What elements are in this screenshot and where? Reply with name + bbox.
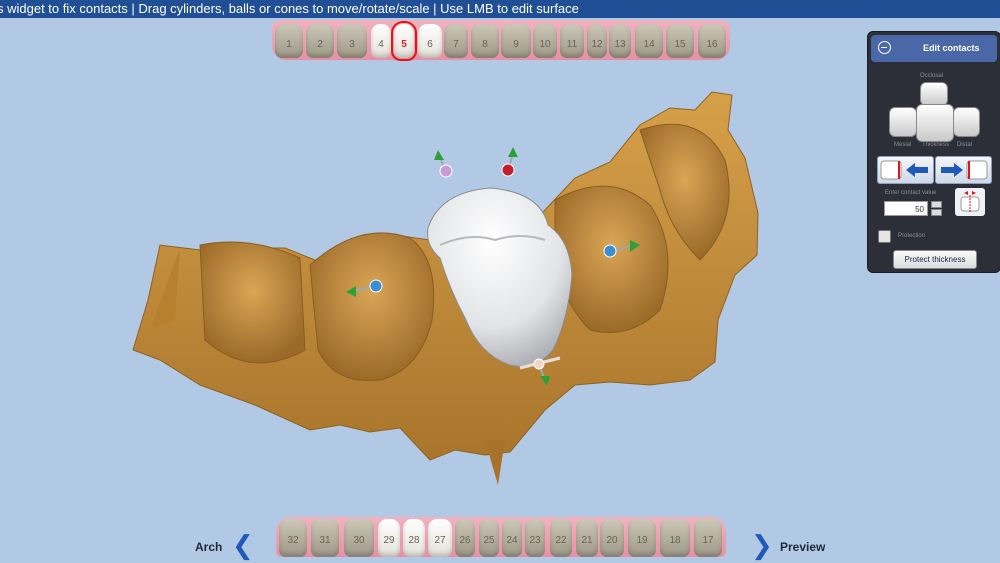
distal-label: Distal xyxy=(957,142,973,148)
occlusal-label: Occlusal xyxy=(920,73,944,79)
tooth-number: 5 xyxy=(401,39,407,50)
upper-tooth-7[interactable]: 7 xyxy=(444,24,468,58)
upper-tooth-12[interactable]: 12 xyxy=(587,24,607,58)
upper-tooth-6[interactable]: 6 xyxy=(418,24,442,58)
distal-view-button[interactable] xyxy=(953,107,980,137)
thickness-view-button[interactable] xyxy=(916,104,954,142)
tooth-number: 32 xyxy=(287,535,299,546)
tooth-contact-icon xyxy=(960,191,980,212)
upper-tooth-1[interactable]: 1 xyxy=(275,24,303,58)
tooth-number: 21 xyxy=(581,535,593,546)
tooth-number: 4 xyxy=(378,39,384,50)
lower-tooth-21[interactable]: 21 xyxy=(576,519,598,557)
lower-tooth-30[interactable]: 30 xyxy=(344,519,374,557)
ball-widget-red[interactable] xyxy=(501,147,518,177)
dental-scan-viewport[interactable] xyxy=(0,0,1000,563)
tooth-number: 10 xyxy=(539,39,551,50)
ball-widget-pink[interactable] xyxy=(434,150,453,178)
tooth-number: 28 xyxy=(408,535,420,546)
lower-tooth-22[interactable]: 22 xyxy=(550,519,572,557)
contact-settings-icon[interactable] xyxy=(955,188,985,216)
lower-tooth-25[interactable]: 25 xyxy=(479,519,499,557)
tooth-number: 18 xyxy=(669,535,681,546)
tooth-number: 29 xyxy=(383,535,395,546)
lower-tooth-32[interactable]: 32 xyxy=(279,519,307,557)
mesial-label: Mesial xyxy=(894,142,912,148)
spin-up-icon[interactable] xyxy=(931,201,942,208)
upper-tooth-14[interactable]: 14 xyxy=(635,24,663,58)
protection-checkbox[interactable] xyxy=(878,230,891,243)
tooth-number: 30 xyxy=(353,535,365,546)
occlusal-view-button[interactable] xyxy=(920,82,948,106)
upper-tooth-2[interactable]: 2 xyxy=(306,24,334,58)
lower-tooth-31[interactable]: 31 xyxy=(311,519,339,557)
tooth-number: 3 xyxy=(349,39,355,50)
lower-tooth-24[interactable]: 24 xyxy=(502,519,522,557)
tooth-number: 19 xyxy=(636,535,648,546)
tooth-number: 2 xyxy=(317,39,323,50)
lower-tooth-28[interactable]: 28 xyxy=(403,519,425,557)
upper-tooth-11[interactable]: 11 xyxy=(560,24,584,58)
tooth-number: 25 xyxy=(483,535,495,546)
lower-tooth-27[interactable]: 27 xyxy=(428,519,452,557)
preview-label: Preview xyxy=(780,540,826,554)
upper-tooth-3[interactable]: 3 xyxy=(337,24,367,58)
tooth-number: 8 xyxy=(482,39,488,50)
tooth-number: 20 xyxy=(606,535,618,546)
tooth-number: 16 xyxy=(706,39,718,50)
tooth-number: 26 xyxy=(459,535,471,546)
tooth-number: 13 xyxy=(614,39,626,50)
lower-tooth-18[interactable]: 18 xyxy=(660,519,690,557)
upper-tooth-10[interactable]: 10 xyxy=(533,24,557,58)
upper-tooth-4[interactable]: 4 xyxy=(371,24,391,58)
tooth-number: 12 xyxy=(591,39,603,50)
thickness-label: Thickness xyxy=(922,142,950,148)
tooth-number: 7 xyxy=(453,39,459,50)
tooth-number: 22 xyxy=(555,535,567,546)
tooth-number: 24 xyxy=(506,535,518,546)
tooth-number: 27 xyxy=(434,535,446,546)
gingiva-model[interactable] xyxy=(132,91,759,485)
lower-tooth-17[interactable]: 17 xyxy=(694,519,722,557)
tooth-number: 1 xyxy=(286,39,292,50)
contact-value-label: Enter contact value xyxy=(885,190,937,196)
lower-tooth-29[interactable]: 29 xyxy=(378,519,400,557)
protection-label: Protection xyxy=(898,233,926,239)
tooth-number: 6 xyxy=(427,39,433,50)
chevron-right-icon[interactable]: ❯ xyxy=(751,533,773,559)
arch-label: Arch xyxy=(195,540,223,554)
upper-tooth-16[interactable]: 16 xyxy=(698,24,726,58)
tooth-number: 17 xyxy=(702,535,714,546)
upper-tooth-9[interactable]: 9 xyxy=(501,24,531,58)
chevron-left-icon[interactable]: ❮ xyxy=(232,533,254,559)
tooth-number: 31 xyxy=(319,535,331,546)
move-mesial-button[interactable] xyxy=(877,156,934,184)
collapse-icon[interactable] xyxy=(878,41,891,54)
tooth-number: 9 xyxy=(513,39,519,50)
tooth-number: 11 xyxy=(566,39,578,50)
upper-tooth-13[interactable]: 13 xyxy=(609,24,631,58)
protect-thickness-button[interactable]: Protect thickness xyxy=(893,250,977,269)
lower-tooth-26[interactable]: 26 xyxy=(455,519,475,557)
lower-tooth-23[interactable]: 23 xyxy=(525,519,545,557)
upper-tooth-5[interactable]: 5 xyxy=(391,21,417,61)
panel-title: Edit contacts xyxy=(923,43,980,53)
spin-down-icon[interactable] xyxy=(931,209,942,216)
move-distal-button[interactable] xyxy=(935,156,992,184)
lower-tooth-20[interactable]: 20 xyxy=(600,519,624,557)
contact-value-input[interactable]: 50 xyxy=(884,201,928,216)
tooth-number: 14 xyxy=(643,39,655,50)
arrow-left-icon xyxy=(880,160,928,180)
arrow-right-icon xyxy=(941,160,988,180)
upper-tooth-15[interactable]: 15 xyxy=(666,24,694,58)
upper-tooth-8[interactable]: 8 xyxy=(471,24,499,58)
tooth-number: 23 xyxy=(529,535,541,546)
tooth-number: 15 xyxy=(674,39,686,50)
panel-header: Edit contacts xyxy=(871,35,997,62)
mesial-view-button[interactable] xyxy=(889,107,917,137)
lower-tooth-19[interactable]: 19 xyxy=(628,519,656,557)
